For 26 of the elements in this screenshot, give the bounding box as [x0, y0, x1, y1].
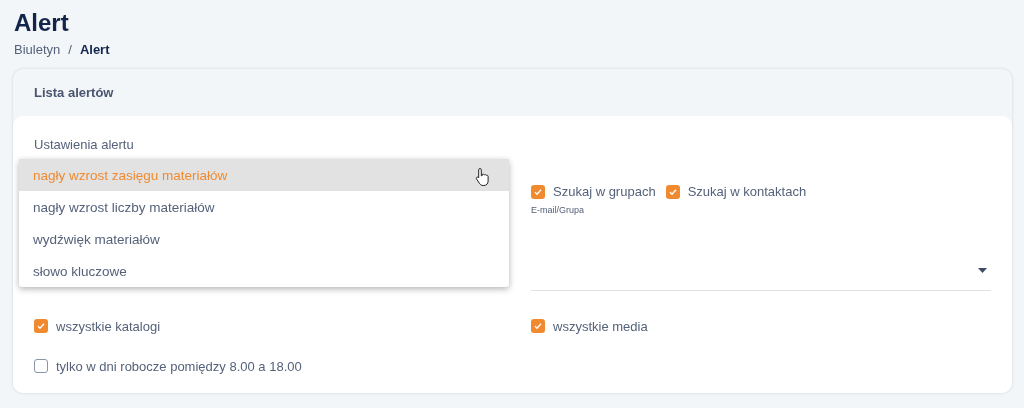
- breadcrumb-link[interactable]: Biuletyn: [14, 42, 61, 57]
- checkbox-label: Szukaj w grupach: [553, 184, 656, 199]
- checkbox[interactable]: [531, 319, 545, 333]
- checkbox[interactable]: [531, 184, 545, 199]
- checkbox[interactable]: [34, 319, 48, 333]
- field-label: E-mail/Grupa: [531, 205, 585, 215]
- menu-option[interactable]: słowo kluczowe: [19, 255, 509, 287]
- checkmark-icon: [667, 186, 678, 197]
- menu-option[interactable]: nagły wzrost liczby materiałów: [19, 191, 509, 223]
- card-title: Lista alertów: [33, 84, 115, 102]
- checkbox-label: wszystkie media: [553, 318, 648, 334]
- section-title: Ustawienia alertu: [34, 138, 135, 152]
- checkmark-icon: [533, 186, 543, 197]
- checkmark-icon: [36, 321, 46, 331]
- checkbox[interactable]: [665, 184, 680, 199]
- checkmark-icon: [533, 321, 543, 331]
- breadcrumb-separator: /: [68, 42, 72, 57]
- checkbox-label: tylko w dni robocze pomiędzy 8.00 a 18.00: [56, 358, 302, 374]
- checkbox-label: Szukaj w kontaktach: [687, 184, 807, 199]
- breadcrumb-current: Alert: [79, 42, 110, 57]
- hand-cursor-icon: [475, 167, 491, 187]
- menu-option[interactable]: wydźwięk materiałów: [19, 223, 509, 255]
- checkbox[interactable]: [34, 359, 48, 373]
- dropdown-caret-icon: [978, 268, 987, 273]
- checkbox-label: wszystkie katalogi: [56, 318, 161, 334]
- page-title: Alert: [14, 8, 70, 38]
